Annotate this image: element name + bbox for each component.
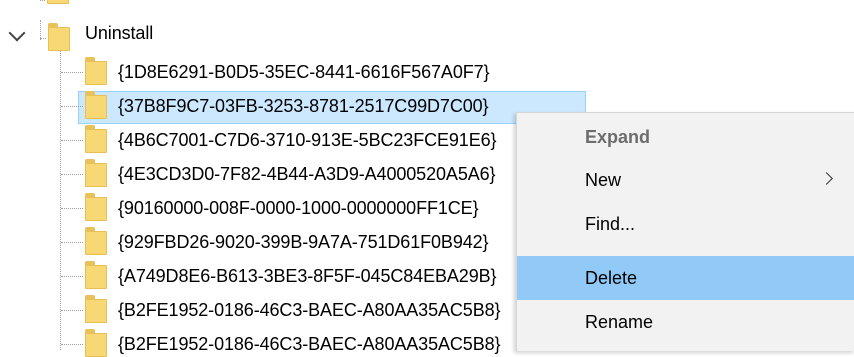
folder-icon (47, 0, 69, 4)
folder-icon (85, 261, 107, 289)
folder-icon (85, 227, 107, 255)
menu-item-expand[interactable]: Expand (517, 115, 854, 159)
tree-node-uninstall[interactable]: Uninstall (85, 21, 153, 45)
tree-node-child[interactable]: {4E3CD3D0-7F82-4B44-A3D9-A4000520A5A6} (118, 162, 496, 186)
tree-node-child[interactable]: {1D8E6291-B0D5-35EC-8441-6616F567A0F7} (118, 60, 490, 84)
folder-icon (85, 295, 107, 323)
menu-item-label: Expand (585, 127, 651, 147)
collapse-chevron-icon[interactable] (8, 24, 26, 42)
menu-item-delete[interactable]: Delete (517, 256, 854, 300)
tree-node-child-selected[interactable]: {37B8F9C7-03FB-3253-8781-2517C99D7C00} (118, 94, 489, 118)
folder-icon (85, 125, 107, 153)
tree-node-child[interactable]: {4B6C7001-C7D6-3710-913E-5BC23FCE91E6} (118, 128, 497, 152)
chevron-right-icon (820, 172, 833, 185)
folder-icon (85, 159, 107, 187)
menu-item-find[interactable]: Find... (517, 202, 854, 246)
context-menu: Expand New Find... Delete Rename (516, 112, 854, 351)
menu-item-label: New (585, 170, 622, 190)
folder-icon (85, 193, 107, 221)
tree-node-child[interactable]: {A749D8E6-B613-3BE3-8F5F-045C84EBA29B} (118, 264, 497, 288)
menu-item-label: Find... (585, 214, 636, 234)
tree-node-child[interactable]: {B2FE1952-0186-46C3-BAEC-A80AA35AC5B8} (118, 298, 501, 322)
menu-item-new[interactable]: New (517, 158, 854, 202)
tree-node-child[interactable]: {B2FE1952-0186-46C3-BAEC-A80AA35AC5B8} (118, 332, 501, 356)
folder-icon (85, 91, 107, 119)
folder-icon (85, 57, 107, 85)
tree-node-child[interactable]: {929FBD26-9020-399B-9A7A-751D61F0B942} (118, 230, 489, 254)
tree-node-child[interactable]: {90160000-008F-0000-1000-0000000FF1CE} (118, 196, 479, 220)
folder-icon (85, 329, 107, 357)
menu-item-rename[interactable]: Rename (517, 300, 854, 344)
menu-item-label: Delete (585, 268, 638, 288)
folder-icon (48, 23, 70, 51)
menu-item-label: Rename (585, 312, 654, 332)
